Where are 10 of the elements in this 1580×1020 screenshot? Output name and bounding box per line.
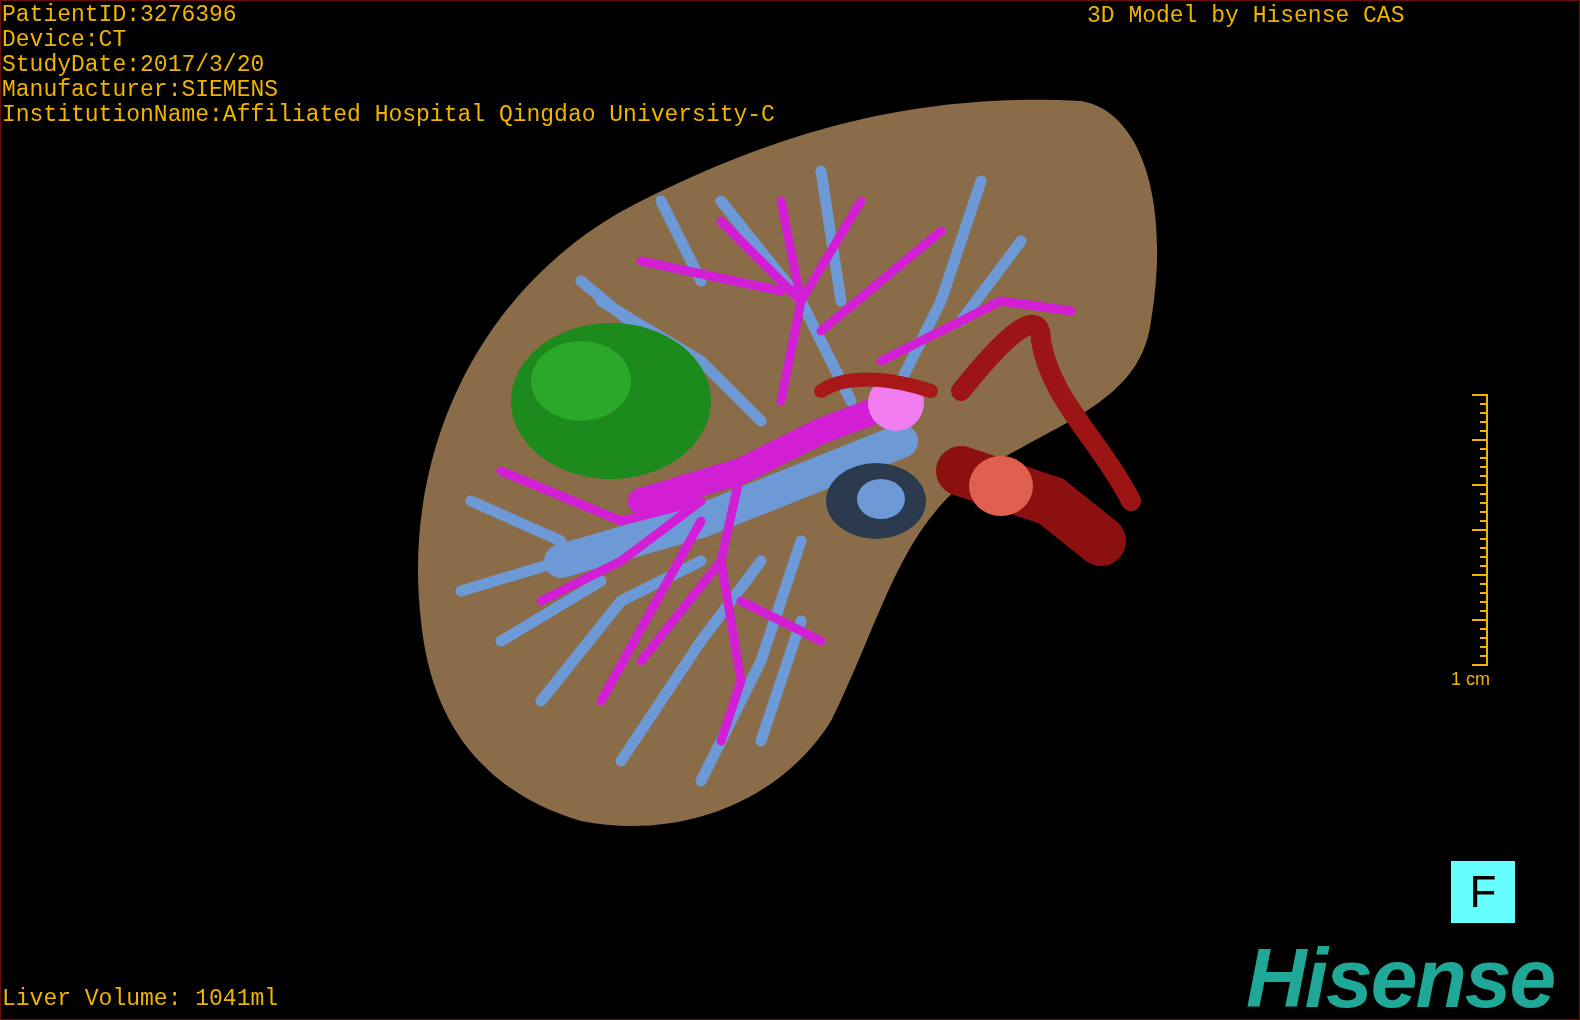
orientation-button[interactable]: F bbox=[1451, 861, 1515, 923]
patient-info-text: Device:CT bbox=[2, 28, 128, 53]
header-text: 3D Model by Hisense CAS bbox=[1087, 4, 1405, 29]
patient-info-text: StudyDate:2017/3/20 bbox=[2, 53, 266, 78]
scale-label: 1 cm bbox=[1451, 669, 1490, 689]
liver-volume-text: Liver Volume: 1041ml bbox=[2, 987, 279, 1012]
brand-logo: Hisense bbox=[1246, 936, 1555, 1019]
patient-info-text: PatientID:3276396 bbox=[2, 3, 238, 28]
patient-info-text: Manufacturer:SIEMENS bbox=[2, 78, 280, 103]
patient-info-text: InstitutionName:Affiliated Hospital Qingdao University-C bbox=[2, 103, 775, 128]
